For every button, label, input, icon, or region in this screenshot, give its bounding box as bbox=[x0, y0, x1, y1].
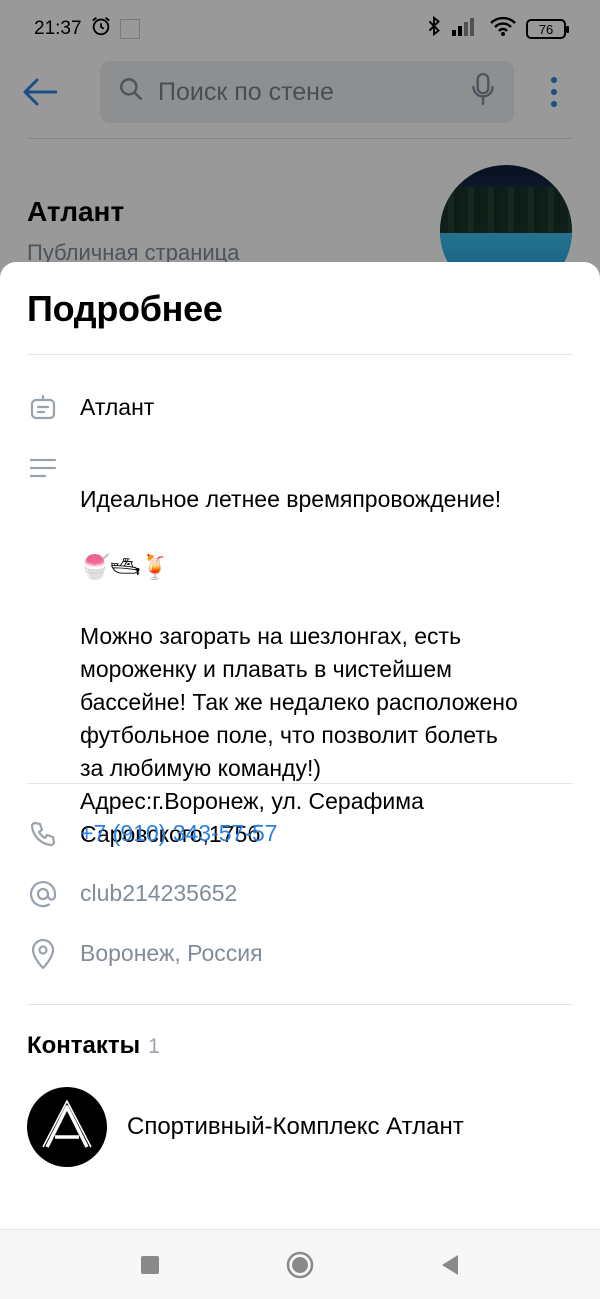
pin-icon bbox=[27, 938, 59, 970]
home-button[interactable] bbox=[280, 1245, 320, 1285]
info-row-phone[interactable]: +7 (910) 343-57-57 bbox=[27, 818, 573, 850]
contacts-title: Контакты bbox=[27, 1032, 141, 1059]
contacts-count: 1 bbox=[148, 1035, 160, 1058]
back-button[interactable] bbox=[430, 1245, 470, 1285]
sheet-title: Подробнее bbox=[27, 288, 223, 329]
location-divider bbox=[27, 1004, 573, 1005]
description-emoji: 🍧🛥🍹 bbox=[80, 554, 171, 581]
info-row-description: Идеальное летнее времяпровождение! 🍧🛥🍹 М… bbox=[27, 452, 573, 847]
phone-link[interactable]: +7 (910) 343-57-57 bbox=[80, 817, 278, 850]
contacts-header: Контакты 1 bbox=[27, 1032, 160, 1060]
description-divider bbox=[27, 783, 573, 784]
details-sheet: Подробнее Атлант Идеальное летнее времяп… bbox=[0, 262, 600, 1299]
location-text: Воронеж, Россия bbox=[80, 940, 263, 966]
info-row-shortlink[interactable]: club214235652 bbox=[27, 878, 573, 910]
recents-button[interactable] bbox=[130, 1245, 170, 1285]
shortlink-text[interactable]: club214235652 bbox=[80, 877, 237, 910]
contact-item[interactable]: Спортивный-Комплекс Атлант bbox=[27, 1086, 573, 1168]
description-line1: Идеальное летнее времяпровождение! bbox=[80, 486, 502, 512]
info-row-name: Атлант bbox=[27, 392, 573, 424]
title-divider bbox=[27, 354, 573, 355]
contact-avatar bbox=[27, 1087, 107, 1167]
info-name-text: Атлант bbox=[80, 394, 155, 420]
at-icon bbox=[27, 878, 59, 910]
info-row-location: Воронеж, Россия bbox=[27, 938, 573, 970]
system-nav-bar bbox=[0, 1229, 600, 1299]
contact-name: Спортивный-Комплекс Атлант bbox=[127, 1113, 464, 1140]
phone-icon bbox=[27, 818, 59, 850]
bot-icon bbox=[27, 392, 59, 424]
text-lines-icon bbox=[27, 452, 59, 484]
